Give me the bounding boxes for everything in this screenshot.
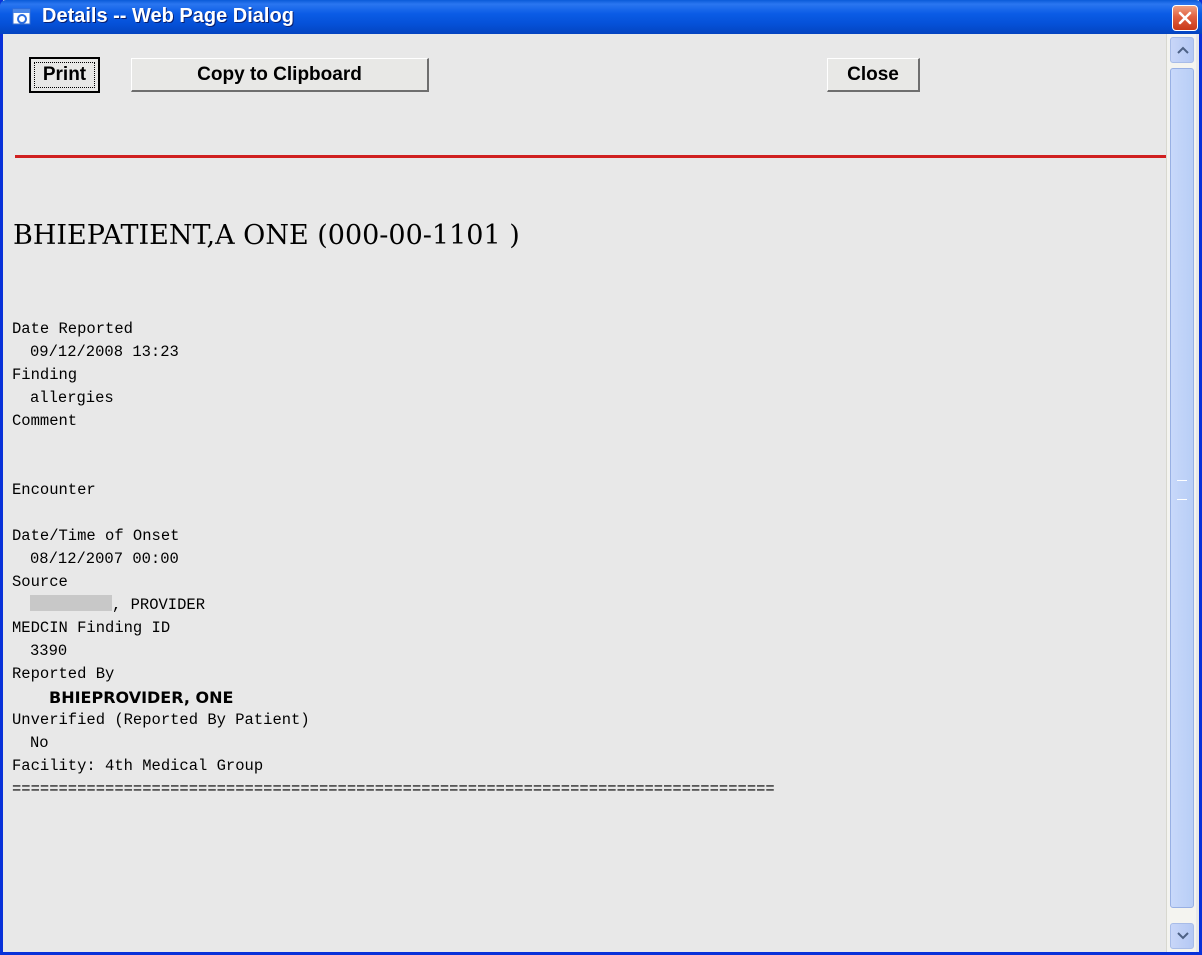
patient-header: BHIEPATIENT,A ONE (000-00-1101 )	[13, 220, 520, 251]
reported-by-value: BHIEPROVIDER, ONE	[49, 688, 234, 707]
scroll-down-button[interactable]	[1170, 923, 1194, 949]
onset-label: Date/Time of Onset	[12, 527, 180, 545]
medcin-value: 3390	[30, 642, 68, 660]
copy-to-clipboard-button[interactable]: Copy to Clipboard	[131, 58, 429, 92]
unverified-label: Unverified (Reported By Patient)	[12, 711, 310, 729]
comment-label: Comment	[12, 412, 78, 430]
print-button[interactable]: Print	[29, 57, 100, 93]
onset-value: 08/12/2007 00:00	[30, 550, 179, 568]
source-row: , PROVIDER	[12, 594, 775, 617]
separator-line: ========================================…	[12, 780, 775, 798]
title-bar[interactable]: Details -- Web Page Dialog	[0, 0, 1202, 34]
unverified-value: No	[30, 734, 49, 752]
date-reported-label: Date Reported	[12, 320, 133, 338]
vertical-scrollbar[interactable]	[1166, 34, 1196, 952]
scroll-thumb[interactable]	[1170, 68, 1194, 908]
scroll-grip	[1177, 480, 1187, 500]
reported-by-label: Reported By	[12, 665, 115, 683]
print-label: Print	[34, 62, 95, 88]
source-label: Source	[12, 573, 68, 591]
date-reported-value: 09/12/2008 13:23	[30, 343, 179, 361]
close-button[interactable]: Close	[827, 58, 920, 92]
close-window-button[interactable]	[1172, 5, 1198, 31]
ie-icon	[12, 7, 32, 27]
divider	[15, 155, 1167, 158]
redacted-name	[30, 595, 112, 611]
facility-line: Facility: 4th Medical Group	[12, 757, 264, 775]
finding-label: Finding	[12, 366, 78, 384]
source-value: , PROVIDER	[112, 596, 206, 614]
finding-value: allergies	[30, 389, 114, 407]
encounter-label: Encounter	[12, 481, 96, 499]
scroll-up-button[interactable]	[1170, 37, 1194, 63]
window-title: Details -- Web Page Dialog	[42, 5, 294, 27]
medcin-label: MEDCIN Finding ID	[12, 619, 171, 637]
detail-report: Date Reported 09/12/2008 13:23 Finding a…	[12, 318, 775, 801]
